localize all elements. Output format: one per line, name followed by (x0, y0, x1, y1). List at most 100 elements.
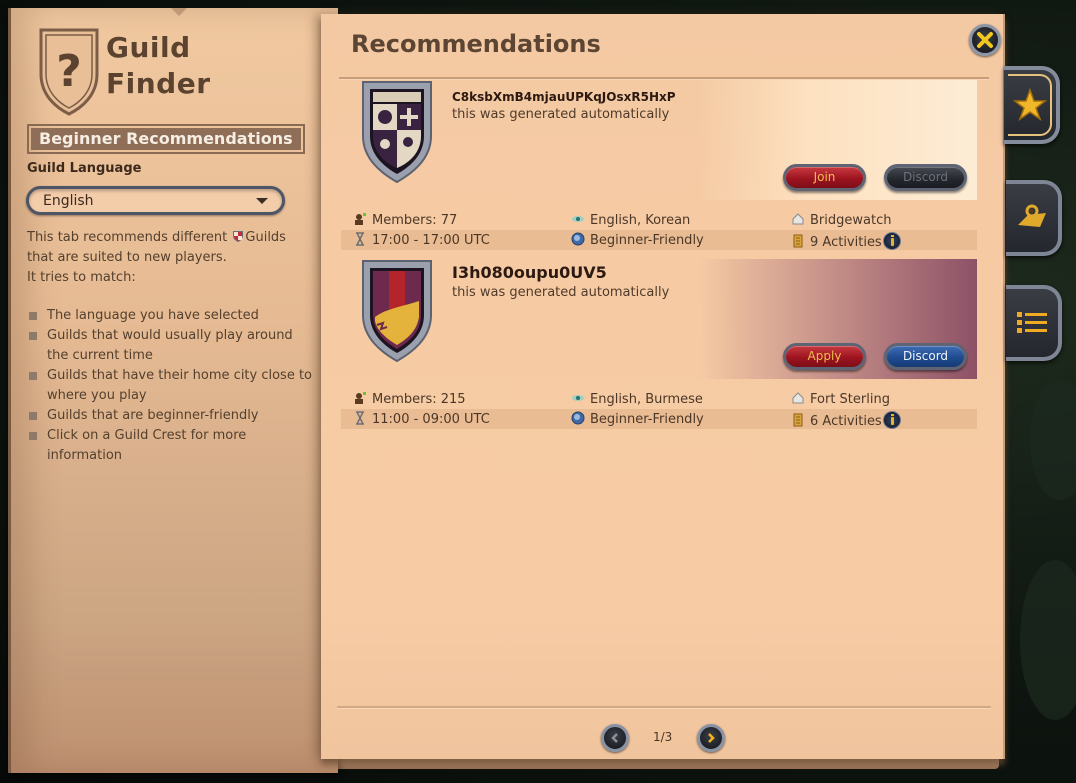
guild-info: Members: 77 English, Korean Bridgewatch … (341, 210, 977, 252)
list-item: The language you have selected (27, 306, 317, 326)
bullet-icon (29, 332, 37, 340)
guild-info-row: Members: 215 English, Burmese Fort Sterl… (341, 389, 977, 409)
guild-language-label: Guild Language (27, 161, 142, 176)
members-count: Members: 215 (372, 392, 466, 407)
chevron-down-icon (256, 198, 268, 204)
chevron-left-icon (611, 733, 618, 743)
activities-value: 9 Activities (810, 235, 882, 250)
playtime-value: 11:00 - 09:00 UTC (372, 412, 490, 427)
guild-info: Members: 215 English, Burmese Fort Sterl… (341, 389, 977, 431)
close-x-icon (977, 32, 993, 48)
activities-stat: 6 Activities (791, 411, 901, 429)
guild-finder-sidebar: ? Guild Finder Beginner Recommendations … (8, 8, 338, 773)
guild-crest-button[interactable] (361, 80, 433, 184)
bullet-icon (29, 412, 37, 420)
languages-stat: English, Korean (571, 212, 690, 228)
map-scroll-icon (1018, 204, 1046, 227)
page-indicator: 1/3 (653, 730, 673, 744)
languages-value: English, Burmese (590, 392, 703, 407)
beginner-tag-stat: Beginner-Friendly (571, 411, 704, 427)
question-shield-icon: ? (39, 28, 99, 116)
discord-button[interactable]: Discord (884, 164, 967, 191)
guild-crest-icon (233, 231, 244, 242)
guild-crest-button[interactable] (361, 259, 433, 363)
activities-value: 6 Activities (810, 414, 882, 429)
panel-notch (171, 8, 187, 16)
members-icon (355, 392, 366, 404)
bullet-icon (29, 432, 37, 440)
members-stat: Members: 215 (353, 391, 466, 407)
close-button[interactable] (969, 24, 1001, 56)
tab-recommendations[interactable] (1004, 66, 1060, 144)
list-item: Guilds that would usually play around th… (27, 326, 317, 366)
guild-card: C8ksbXmB4mjauUPKqJOsxR5HxP this was gene… (341, 80, 977, 200)
guild-info-row: 17:00 - 17:00 UTC Beginner-Friendly 9 Ac… (341, 230, 977, 250)
home-city-stat: Fort Sterling (791, 391, 890, 407)
guild-description: this was generated automatically (452, 107, 670, 122)
members-count: Members: 77 (372, 213, 458, 228)
description: This tab recommends different Guilds tha… (27, 228, 317, 288)
tab-list[interactable] (1006, 285, 1062, 361)
guild-description: this was generated automatically (452, 285, 670, 300)
language-eye-icon (572, 395, 584, 401)
background-foliage (1020, 560, 1076, 720)
members-icon (355, 213, 366, 225)
globe-icon (571, 411, 585, 425)
list-item: Click on a Guild Crest for more informat… (27, 426, 317, 466)
scroll-icon (793, 413, 803, 427)
recommendations-panel: Recommendations C8ksbXmB4mjauUPKqJOsxR5H… (321, 14, 1005, 769)
beginner-tag-stat: Beginner-Friendly (571, 232, 704, 248)
join-button[interactable]: Join (783, 164, 866, 191)
svg-text:?: ? (56, 46, 82, 97)
list-item: Guilds that have their home city close t… (27, 366, 317, 406)
list-item: Guilds that are beginner-friendly (27, 406, 317, 426)
guild-info-row: 11:00 - 09:00 UTC Beginner-Friendly 6 Ac… (341, 409, 977, 429)
home-city-value: Bridgewatch (810, 213, 892, 228)
divider (339, 77, 989, 79)
playtime-value: 17:00 - 17:00 UTC (372, 233, 490, 248)
previous-page-button[interactable] (601, 724, 629, 752)
activities-info-button[interactable] (882, 411, 901, 429)
guild-name: C8ksbXmB4mjauUPKqJOsxR5HxP (452, 90, 676, 104)
list-item-text: Guilds that are beginner-friendly (47, 408, 259, 423)
chevron-right-icon (708, 733, 715, 743)
description-guilds: Guilds (245, 230, 286, 245)
next-page-button[interactable] (697, 724, 725, 752)
apply-button[interactable]: Apply (783, 343, 866, 370)
scroll-icon (793, 234, 803, 248)
divider (337, 706, 991, 708)
globe-icon (571, 232, 585, 246)
guild-name: I3h080oupu0UV5 (452, 263, 607, 282)
star-icon (1013, 88, 1047, 121)
list-icon (1017, 312, 1047, 333)
languages-stat: English, Burmese (571, 391, 703, 407)
beginner-tag-value: Beginner-Friendly (590, 233, 704, 248)
tab-search[interactable] (1006, 180, 1062, 256)
section-title: Beginner Recommendations (31, 128, 301, 150)
home-city-value: Fort Sterling (810, 392, 890, 407)
playtime-stat: 11:00 - 09:00 UTC (353, 411, 490, 427)
activities-stat: 9 Activities (791, 232, 901, 250)
home-city-icon (792, 392, 804, 404)
home-city-icon (792, 213, 804, 225)
guild-card: I3h080oupu0UV5 this was generated automa… (341, 259, 977, 379)
background-foliage (1030, 380, 1076, 500)
members-stat: Members: 77 (353, 212, 457, 228)
bullet-icon (29, 372, 37, 380)
list-item-text: Guilds that would usually play around th… (47, 328, 293, 363)
playtime-stat: 17:00 - 17:00 UTC (353, 232, 490, 248)
app-title-line1: Guild (106, 31, 191, 64)
home-city-stat: Bridgewatch (791, 212, 891, 228)
activities-info-button[interactable] (882, 232, 901, 250)
guild-language-value: English (43, 193, 94, 209)
hourglass-icon (356, 232, 364, 246)
guild-language-dropdown[interactable]: English (26, 186, 285, 215)
guild-info-row: Members: 77 English, Korean Bridgewatch (341, 210, 977, 230)
description-text-2: that are suited to new players. (27, 250, 227, 265)
section-banner: Beginner Recommendations (27, 124, 305, 154)
hourglass-icon (356, 411, 364, 425)
language-eye-icon (572, 216, 584, 222)
discord-button[interactable]: Discord (884, 343, 967, 370)
page-title: Recommendations (351, 30, 601, 58)
beginner-tag-value: Beginner-Friendly (590, 412, 704, 427)
